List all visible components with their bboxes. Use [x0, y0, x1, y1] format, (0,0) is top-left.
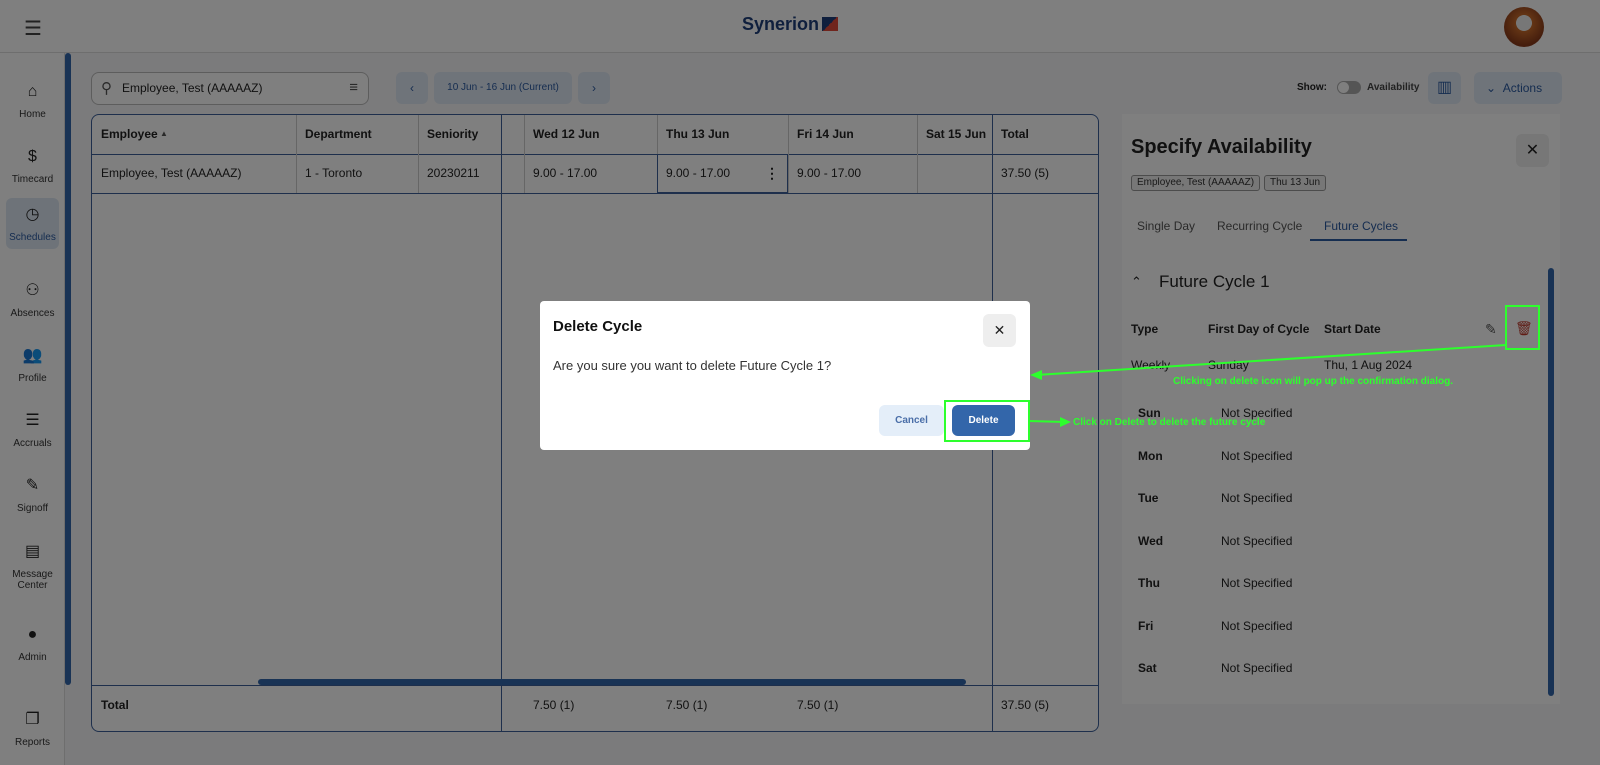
delete-icon-highlight — [1505, 305, 1540, 350]
arrow-head-1 — [1030, 370, 1042, 380]
arrow-head-2 — [1060, 417, 1071, 427]
annotation-delete-icon: Clicking on delete icon will pop up the … — [1173, 376, 1454, 387]
annotation-line-2 — [1028, 420, 1066, 423]
annotation-delete-button: Click on Delete to delete the future cyc… — [1073, 417, 1266, 428]
annotation-line-1 — [1035, 344, 1507, 376]
delete-button-highlight — [944, 400, 1030, 442]
